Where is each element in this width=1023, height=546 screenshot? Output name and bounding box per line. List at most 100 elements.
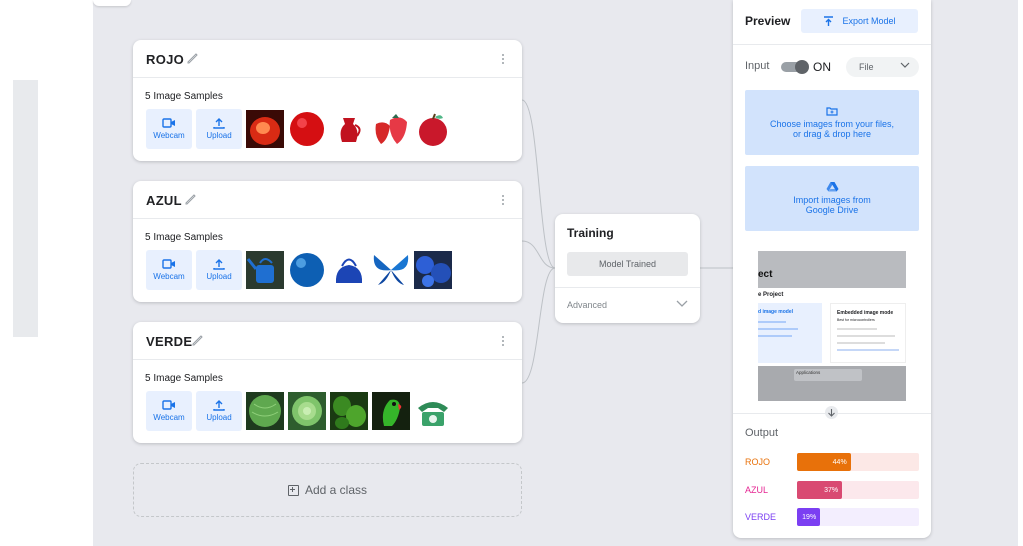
webcam-label: Webcam: [153, 131, 185, 140]
edit-pencil-icon[interactable]: [191, 333, 205, 347]
webcam-icon: [162, 259, 175, 269]
preview-image: ect e Project d image model Embedded ima…: [758, 251, 906, 401]
export-icon: [824, 15, 834, 26]
preview-image-card1-title: d image model: [758, 309, 794, 315]
blue-butterfly-thumbnail[interactable]: [372, 251, 410, 289]
upload-icon: [213, 259, 225, 270]
samples-count: 5 Image Samples: [145, 373, 223, 384]
advanced-toggle-label[interactable]: Advanced: [567, 300, 607, 310]
output-percent: 19%: [802, 513, 817, 521]
webcam-icon: [162, 400, 175, 410]
file-drop-zone[interactable]: Choose images from your files, or drag &…: [745, 90, 919, 155]
train-model-button[interactable]: Model Trained: [567, 252, 688, 276]
output-row-rojo: ROJO 44%: [745, 453, 919, 471]
red-ball-thumbnail[interactable]: [288, 110, 326, 148]
output-bar: 44%: [797, 453, 851, 471]
file-drop-line2: or drag & drop here: [792, 129, 872, 139]
green-telephone-thumbnail[interactable]: [414, 392, 452, 430]
webcam-label: Webcam: [153, 413, 185, 422]
input-source-select[interactable]: File: [846, 57, 919, 77]
drive-line2: Google Drive: [805, 205, 859, 215]
red-strawberries-thumbnail[interactable]: [372, 110, 410, 148]
export-model-button[interactable]: Export Model: [801, 9, 918, 33]
folder-icon: [826, 107, 838, 116]
webcam-icon: [162, 118, 175, 128]
input-source-value: File: [859, 62, 874, 72]
upload-label: Upload: [206, 131, 232, 140]
red-vase-thumbnail[interactable]: [330, 110, 368, 148]
output-class-name: ROJO: [745, 457, 771, 467]
chevron-down-icon[interactable]: [676, 300, 688, 308]
output-label: Output: [745, 427, 779, 439]
input-toggle[interactable]: [781, 60, 809, 74]
preview-image-footer: Applications: [758, 366, 906, 401]
blue-flowers-thumbnail[interactable]: [414, 251, 452, 289]
blue-ball-thumbnail[interactable]: [288, 251, 326, 289]
preview-image-card2: Embedded image mode Best for microcontro…: [830, 303, 906, 363]
webcam-label: Webcam: [153, 272, 185, 281]
output-row-azul: AZUL 37%: [745, 481, 919, 499]
class-card-header: AZUL: [133, 181, 522, 219]
blue-handbag-thumbnail[interactable]: [330, 251, 368, 289]
webcam-button[interactable]: Webcam: [146, 391, 192, 431]
green-melon-thumbnail[interactable]: [246, 392, 284, 430]
output-percent: 44%: [832, 458, 847, 466]
training-panel: Training Model Trained Advanced: [555, 214, 700, 323]
edit-pencil-icon[interactable]: [184, 192, 198, 206]
drive-line1: Import images from: [793, 195, 871, 205]
google-drive-import[interactable]: Import images from Google Drive: [745, 166, 919, 231]
add-class-label: Add a class: [304, 483, 368, 497]
preview-image-card2-title: Embedded image mode: [837, 310, 894, 316]
arrow-down-icon: [828, 409, 835, 417]
green-peppers-thumbnail[interactable]: [330, 392, 368, 430]
divider: [733, 44, 931, 45]
output-track: 44%: [797, 453, 919, 471]
google-drive-icon: [826, 182, 838, 192]
webcam-button[interactable]: Webcam: [146, 109, 192, 149]
output-row-verde: VERDE 19%: [745, 508, 919, 526]
class-name[interactable]: AZUL: [146, 193, 182, 208]
chevron-down-icon: [900, 62, 910, 68]
output-bar: 19%: [797, 508, 821, 526]
more-options-icon[interactable]: [501, 335, 505, 347]
toggle-state-label: ON: [813, 60, 831, 74]
samples-count: 5 Image Samples: [145, 232, 223, 243]
class-card-header: VERDE: [133, 322, 522, 360]
class-card-rojo: ROJO 5 Image Samples Webcam Upload: [133, 40, 522, 161]
output-track: 19%: [797, 508, 919, 526]
upload-icon: [213, 118, 225, 129]
upload-button[interactable]: Upload: [196, 109, 242, 149]
green-parrot-thumbnail[interactable]: [372, 392, 410, 430]
output-track: 37%: [797, 481, 919, 499]
more-options-icon[interactable]: [501, 194, 505, 206]
scroll-down-button[interactable]: [825, 406, 838, 419]
green-cabbage-thumbnail[interactable]: [288, 392, 326, 430]
class-card-header: ROJO: [133, 40, 522, 78]
more-options-icon[interactable]: [501, 53, 505, 65]
export-model-label: Export Model: [842, 16, 896, 26]
edit-pencil-icon[interactable]: [186, 51, 200, 65]
blue-watering-can-thumbnail[interactable]: [246, 251, 284, 289]
class-card-verde: VERDE 5 Image Samples Webcam Upload: [133, 322, 522, 443]
plus-box-icon: [287, 484, 299, 496]
output-bar: 37%: [797, 481, 843, 499]
upload-button[interactable]: Upload: [196, 250, 242, 290]
output-class-name: AZUL: [745, 485, 769, 495]
upload-label: Upload: [206, 272, 232, 281]
training-title: Training: [567, 226, 614, 240]
class-name[interactable]: ROJO: [146, 52, 184, 67]
preview-image-card2-sub: Best for microcontrollers: [837, 318, 875, 322]
preview-panel: Preview Export Model Input ON File Choos…: [733, 0, 931, 538]
add-class-button[interactable]: Add a class: [133, 463, 522, 517]
red-apple-thumbnail[interactable]: [414, 110, 452, 148]
preview-image-bottom-label: Applications: [796, 370, 821, 375]
divider: [555, 287, 700, 288]
upload-button[interactable]: Upload: [196, 391, 242, 431]
webcam-button[interactable]: Webcam: [146, 250, 192, 290]
red-lamp-thumbnail[interactable]: [246, 110, 284, 148]
preview-image-header: ect: [758, 251, 906, 288]
output-class-name: VERDE: [745, 512, 777, 522]
class-card-azul: AZUL 5 Image Samples Webcam Upload: [133, 181, 522, 302]
samples-count: 5 Image Samples: [145, 91, 223, 102]
class-name[interactable]: VERDE: [146, 334, 192, 349]
